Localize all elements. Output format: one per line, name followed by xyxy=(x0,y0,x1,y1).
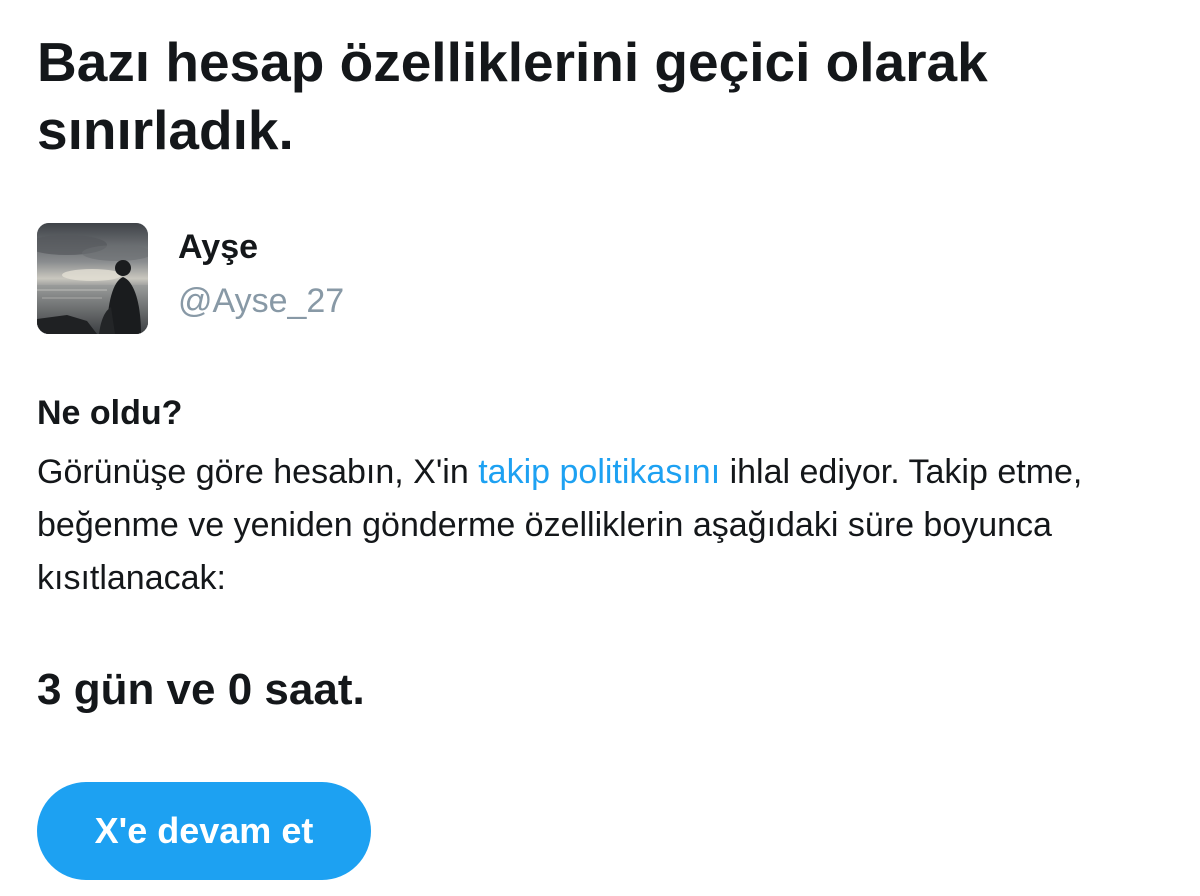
page-title: Bazı hesap özelliklerini geçici olarak s… xyxy=(37,31,988,161)
account-card: Ayşe @Ayse_27 xyxy=(37,223,637,335)
user-handle: @Ayse_27 xyxy=(178,282,345,320)
follow-policy-link[interactable]: takip politikasını xyxy=(478,453,720,491)
violation-description: Görünüşe göre hesabın, X'in takip politi… xyxy=(37,446,1167,605)
restriction-duration: 3 gün ve 0 saat. xyxy=(37,665,365,714)
profile-photo-icon xyxy=(37,223,148,334)
description-text-start: Görünüşe göre hesabın, X'in xyxy=(37,453,479,491)
display-name: Ayşe xyxy=(178,228,259,266)
section-heading: Ne oldu? xyxy=(37,394,183,432)
continue-to-x-button[interactable]: X'e devam et xyxy=(37,782,371,880)
avatar xyxy=(37,223,148,334)
